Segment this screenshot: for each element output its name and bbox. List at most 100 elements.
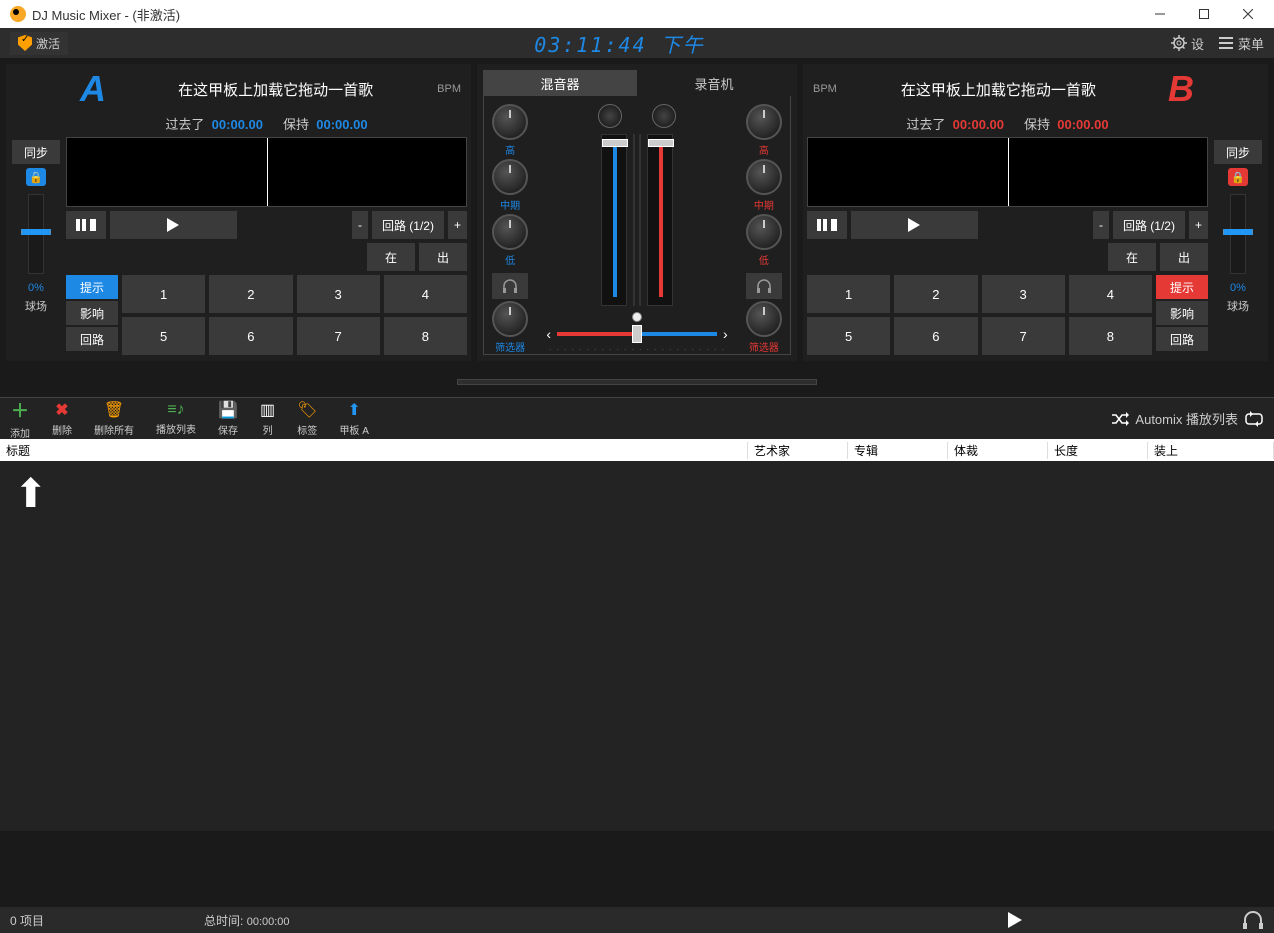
pad-b-7[interactable]: 7: [982, 317, 1065, 355]
crossfader[interactable]: [557, 330, 717, 338]
loop-half-b-button[interactable]: -: [1093, 211, 1109, 239]
pad-b-5[interactable]: 5: [807, 317, 890, 355]
play-b-button[interactable]: [851, 211, 978, 239]
xfader-left-button[interactable]: ‹: [540, 326, 557, 342]
loop-out-b-button[interactable]: 出: [1160, 243, 1208, 271]
pitch-lock-b-icon[interactable]: 🔒: [1228, 168, 1248, 186]
pad-a-7[interactable]: 7: [297, 317, 380, 355]
eq-high-a-knob[interactable]: [492, 104, 528, 140]
cue-headphone-b-button[interactable]: [746, 273, 782, 299]
pad-b-3[interactable]: 3: [982, 275, 1065, 313]
loop-tab-a[interactable]: 回路: [66, 327, 118, 351]
sync-a-button[interactable]: 同步: [12, 140, 60, 164]
sync-b-button[interactable]: 同步: [1214, 140, 1262, 164]
pad-b-2[interactable]: 2: [894, 275, 977, 313]
save-button[interactable]: 💾保存: [218, 400, 238, 437]
minimize-button[interactable]: [1138, 0, 1182, 28]
pitch-percent-b: 0%: [1230, 282, 1246, 294]
loop-b-button[interactable]: 回路 (1/2): [1113, 211, 1185, 239]
pitch-percent-a: 0%: [28, 282, 44, 294]
gain-b-knob[interactable]: [652, 104, 676, 128]
drop-hint-arrow-icon: ⬆: [14, 471, 48, 517]
eq-mid-a-knob[interactable]: [492, 159, 528, 195]
maximize-button[interactable]: [1182, 0, 1226, 28]
item-count: 0 项目: [10, 912, 44, 929]
preview-headphone-icon[interactable]: [1242, 911, 1264, 929]
col-album[interactable]: 专辑: [848, 442, 948, 459]
pitch-slider-a[interactable]: [28, 194, 44, 274]
fx-tab-b[interactable]: 影响: [1156, 301, 1208, 325]
waveform-b[interactable]: [807, 137, 1208, 207]
library-panel: ＋添加 ✖删除 🗑删除所有 ≡♪播放列表 💾保存 ▥列 🏷标签 ⬆甲板 A Au…: [0, 367, 1274, 831]
loop-in-a-button[interactable]: 在: [367, 243, 415, 271]
library-columns-header: 标题 艺术家 专辑 体裁 长度 装上: [0, 439, 1274, 461]
shield-icon: [18, 35, 32, 51]
menu-button[interactable]: 菜单: [1218, 34, 1264, 53]
pad-b-8[interactable]: 8: [1069, 317, 1152, 355]
col-genre[interactable]: 体裁: [948, 442, 1048, 459]
mixer-tab[interactable]: 混音器: [483, 70, 637, 96]
col-artist[interactable]: 艺术家: [748, 442, 848, 459]
preview-play-button[interactable]: [1008, 912, 1022, 928]
pad-a-3[interactable]: 3: [297, 275, 380, 313]
eq-high-b-knob[interactable]: [746, 104, 782, 140]
pad-a-4[interactable]: 4: [384, 275, 467, 313]
xfader-right-button[interactable]: ›: [717, 326, 734, 342]
pad-a-5[interactable]: 5: [122, 317, 205, 355]
playlist-button[interactable]: ≡♪播放列表: [156, 401, 196, 436]
pause-stop-b-button[interactable]: [807, 211, 847, 239]
columns-icon: ▥: [260, 400, 275, 420]
loop-double-b-button[interactable]: +: [1189, 211, 1208, 239]
pad-a-2[interactable]: 2: [209, 275, 292, 313]
pause-stop-a-button[interactable]: [66, 211, 106, 239]
elapsed-time-a: 00:00.00: [212, 117, 263, 132]
pad-b-1[interactable]: 1: [807, 275, 890, 313]
pad-a-8[interactable]: 8: [384, 317, 467, 355]
loop-in-b-button[interactable]: 在: [1108, 243, 1156, 271]
eq-low-b-knob[interactable]: [746, 214, 782, 250]
activate-button[interactable]: 激活: [10, 32, 68, 55]
pitch-lock-a-icon[interactable]: 🔒: [26, 168, 46, 186]
automix-toggle[interactable]: Automix 播放列表: [1111, 409, 1264, 428]
fx-tab-a[interactable]: 影响: [66, 301, 118, 325]
filter-b-knob[interactable]: [746, 301, 782, 337]
volume-slider-b[interactable]: [647, 134, 673, 306]
close-button[interactable]: [1226, 0, 1270, 28]
play-a-button[interactable]: [110, 211, 237, 239]
loop-tab-b[interactable]: 回路: [1156, 327, 1208, 351]
splitter-handle[interactable]: [457, 379, 817, 385]
pad-b-4[interactable]: 4: [1069, 275, 1152, 313]
cue-tab-b[interactable]: 提示: [1156, 275, 1208, 299]
load-deck-a-button[interactable]: ⬆甲板 A: [339, 400, 368, 437]
pad-a-6[interactable]: 6: [209, 317, 292, 355]
waveform-a[interactable]: [66, 137, 467, 207]
gain-a-knob[interactable]: [598, 104, 622, 128]
add-button[interactable]: ＋添加: [10, 397, 30, 440]
level-meter-a: [633, 134, 635, 306]
pad-b-6[interactable]: 6: [894, 317, 977, 355]
col-load[interactable]: 装上: [1148, 442, 1274, 459]
settings-button[interactable]: 设: [1171, 34, 1204, 53]
col-title[interactable]: 标题: [0, 442, 748, 459]
cue-tab-a[interactable]: 提示: [66, 275, 118, 299]
library-list[interactable]: ⬆: [0, 461, 1274, 831]
loop-a-button[interactable]: 回路 (1/2): [372, 211, 444, 239]
loop-double-a-button[interactable]: +: [448, 211, 467, 239]
recorder-tab[interactable]: 录音机: [637, 70, 791, 96]
loop-half-a-button[interactable]: -: [352, 211, 368, 239]
delete-button[interactable]: ✖删除: [52, 400, 72, 437]
cue-headphone-a-button[interactable]: [492, 273, 528, 299]
deck-a-letter: A: [80, 68, 106, 110]
remain-time-b: 00:00.00: [1057, 117, 1108, 132]
pad-a-1[interactable]: 1: [122, 275, 205, 313]
tag-button[interactable]: 🏷标签: [297, 400, 317, 437]
delete-all-button[interactable]: 🗑删除所有: [94, 400, 134, 437]
pitch-slider-b[interactable]: [1230, 194, 1246, 274]
loop-out-a-button[interactable]: 出: [419, 243, 467, 271]
eq-low-a-knob[interactable]: [492, 214, 528, 250]
eq-mid-b-knob[interactable]: [746, 159, 782, 195]
volume-slider-a[interactable]: [601, 134, 627, 306]
columns-button[interactable]: ▥列: [260, 400, 275, 437]
filter-a-knob[interactable]: [492, 301, 528, 337]
col-length[interactable]: 长度: [1048, 442, 1148, 459]
